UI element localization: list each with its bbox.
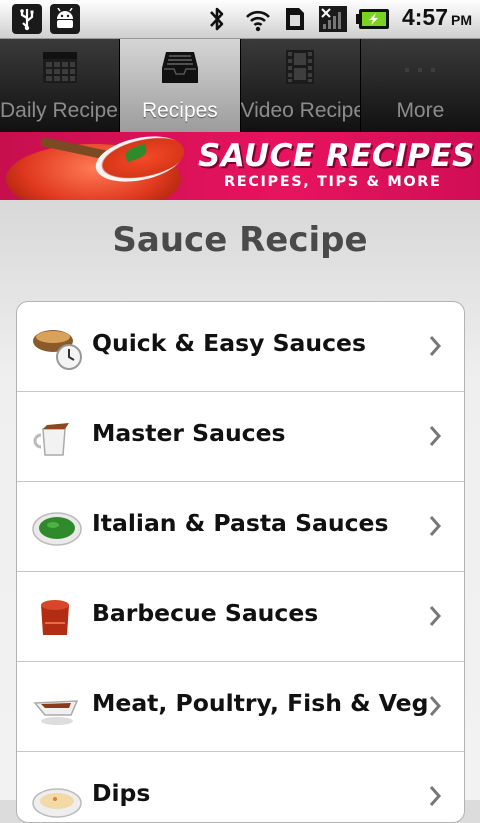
banner-subtitle: RECIPES, TIPS & MORE <box>224 174 442 190</box>
gravy-boat-icon <box>33 700 79 725</box>
tab-label: Video Recipe <box>240 99 361 122</box>
no-signal-icon <box>316 4 350 34</box>
list-item-label: Quick & Easy Sauces <box>92 329 366 357</box>
list-item-master-sauces[interactable]: Master Sauces <box>17 392 464 482</box>
list-item-barbecue-sauces[interactable]: Barbecue Sauces <box>17 572 464 662</box>
bluetooth-icon <box>204 4 230 34</box>
chevron-right-icon <box>429 606 442 626</box>
banner-title: SAUCE RECIPES <box>198 138 475 174</box>
android-debug-icon <box>50 4 80 34</box>
status-bar: 4:57 PM <box>0 0 480 39</box>
tab-video-recipe[interactable]: Video Recipe <box>241 39 361 132</box>
clock: 4:57 PM <box>402 4 472 34</box>
list-item-label: Dips <box>92 779 151 807</box>
tab-label: Daily Recipes <box>0 99 121 122</box>
sauce-recipes-banner[interactable]: SAUCE RECIPES RECIPES, TIPS & MORE <box>0 132 480 200</box>
tab-recipes[interactable]: Recipes <box>120 39 241 132</box>
clock-ampm: PM <box>451 12 472 28</box>
chevron-right-icon <box>429 336 442 356</box>
more-dots-icon <box>405 68 436 72</box>
chevron-right-icon <box>429 786 442 806</box>
gravy-jug-icon <box>33 423 69 456</box>
chevron-right-icon <box>429 696 442 716</box>
chevron-right-icon <box>429 426 442 446</box>
film-strip-icon <box>286 50 315 84</box>
list-item-label: Italian & Pasta Sauces <box>92 509 389 537</box>
sauce-bowl-timer-icon <box>33 330 82 370</box>
wifi-icon <box>243 4 273 34</box>
inbox-tray-icon <box>161 52 198 83</box>
list-item-label: Master Sauces <box>92 419 286 447</box>
list-item-label: Barbecue Sauces <box>92 599 319 627</box>
battery-charging-icon <box>355 4 391 34</box>
list-item-dips[interactable]: Dips <box>17 752 464 822</box>
list-item-label: Meat, Poultry, Fish & Veg <box>92 689 429 717</box>
list-item-italian-pasta-sauces[interactable]: Italian & Pasta Sauces <box>17 482 464 572</box>
pesto-bowl-icon <box>32 512 82 546</box>
clock-time: 4:57 <box>401 4 448 30</box>
tab-more[interactable]: More <box>361 39 480 132</box>
bbq-sauce-jar-icon <box>41 600 69 635</box>
tab-bar: Daily Recipes Recipes Video Recipe More <box>0 39 480 132</box>
usb-icon <box>12 4 42 34</box>
tab-daily-recipes[interactable]: Daily Recipes <box>0 39 121 132</box>
list-item-meat-poultry-fish-veg[interactable]: Meat, Poultry, Fish & Veg <box>17 662 464 752</box>
dip-bowl-icon <box>32 788 82 818</box>
page-title: Sauce Recipe <box>112 220 368 260</box>
tab-label: More <box>396 99 445 122</box>
main-content: Sauce Recipe Quick & Easy Sauces Master … <box>0 200 480 823</box>
list-item-quick-easy-sauces[interactable]: Quick & Easy Sauces <box>17 302 464 392</box>
tab-label: Recipes <box>141 99 218 122</box>
category-list: Quick & Easy Sauces Master Sauces Italia… <box>16 301 465 823</box>
sim-card-icon <box>281 4 309 34</box>
chevron-right-icon <box>429 516 442 536</box>
calendar-icon <box>42 52 77 83</box>
